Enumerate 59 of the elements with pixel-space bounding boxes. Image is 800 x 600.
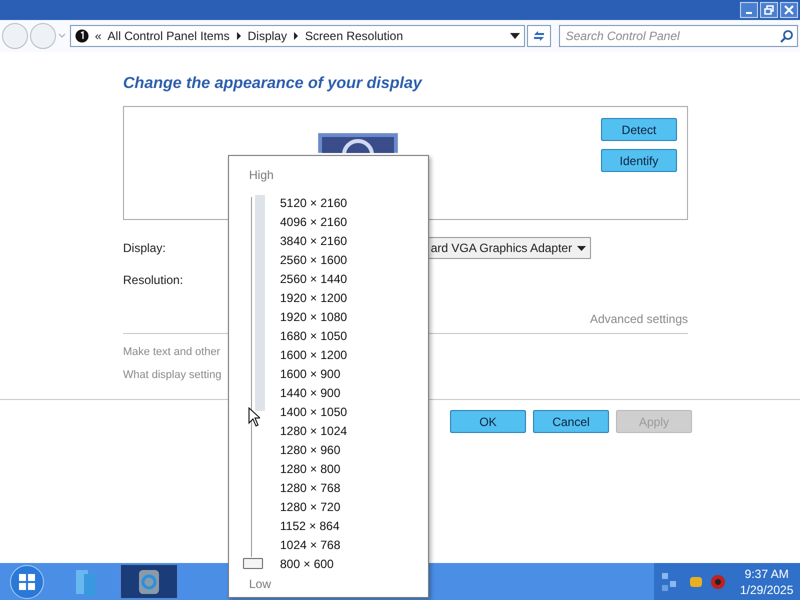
dialog-button[interactable]: OK (450, 410, 526, 433)
resolution-option[interactable]: 1400 × 1050 (280, 402, 348, 420)
taskbar-app-button[interactable] (120, 564, 178, 599)
dropdown-arrow-icon (576, 246, 586, 250)
breadcrumb-item[interactable]: All Control Panel Items (108, 27, 230, 45)
search-icon[interactable] (780, 30, 793, 42)
minimize-button[interactable] (740, 2, 758, 18)
cursor-icon (248, 407, 260, 427)
display-button[interactable]: Identify (601, 149, 677, 172)
slider-thumb[interactable] (243, 558, 263, 569)
resolution-option[interactable]: 1280 × 1024 (280, 422, 348, 440)
field-label: Display: (123, 240, 166, 257)
breadcrumb-item[interactable]: Screen Resolution (304, 27, 404, 45)
restore-icon (764, 5, 774, 15)
resolution-option[interactable]: 1280 × 768 (280, 478, 340, 496)
display-settings-icon (138, 568, 160, 594)
low-label: Low (249, 576, 272, 593)
close-button[interactable] (780, 2, 798, 18)
speaker-icon[interactable] (710, 574, 726, 590)
high-label: High (249, 167, 274, 184)
resolution-option[interactable]: 2560 × 1440 (280, 270, 348, 288)
restore-button[interactable] (760, 2, 778, 18)
resolution-option[interactable]: 3840 × 2160 (280, 232, 348, 250)
clock-date[interactable]: 1/29/2025 (740, 582, 794, 598)
breadcrumb-overflow[interactable]: « (94, 27, 102, 45)
chevron-right-icon[interactable] (236, 32, 242, 40)
resolution-option[interactable]: 1600 × 900 (280, 364, 340, 382)
resolution-option[interactable]: 2560 × 1600 (280, 250, 348, 268)
clock-time[interactable]: 9:37 AM (744, 566, 789, 582)
resolution-option[interactable]: 800 × 600 (280, 554, 334, 572)
resolution-option[interactable]: 1680 × 1050 (280, 326, 348, 344)
resolution-option[interactable]: 1440 × 900 (280, 384, 340, 402)
resolution-option[interactable]: 1920 × 1080 (280, 308, 348, 326)
page-heading: Change the appearance of your display (123, 74, 424, 94)
resolution-option[interactable]: 1280 × 800 (280, 460, 340, 478)
address-bar[interactable]: « All Control Panel Items Display Screen Resolution (70, 25, 525, 47)
resolution-option[interactable]: 1152 × 864 (280, 516, 340, 534)
resolution-option[interactable]: 1600 × 1200 (280, 346, 348, 364)
resolution-option[interactable]: 4096 × 2160 (280, 212, 348, 230)
refresh-button[interactable] (526, 25, 551, 47)
resolution-option[interactable]: 1280 × 960 (280, 440, 340, 458)
breadcrumb-item[interactable]: Display (248, 27, 287, 45)
search-input[interactable]: Search Control Panel (566, 27, 780, 45)
resolution-option[interactable]: 5120 × 2160 (280, 194, 348, 212)
resolution-option[interactable]: 1024 × 768 (280, 536, 340, 554)
monitor-icon[interactable] (318, 133, 398, 153)
resolution-option[interactable]: 1280 × 720 (280, 498, 340, 516)
refresh-icon (532, 30, 546, 42)
display-button[interactable]: Detect (601, 118, 677, 141)
close-icon (784, 5, 794, 15)
dialog-button[interactable]: Cancel (533, 410, 609, 433)
search-field[interactable]: Search Control Panel (558, 25, 798, 47)
field-label: Resolution: (123, 272, 184, 289)
windows-logo-icon (19, 574, 35, 590)
chevron-right-icon[interactable] (292, 32, 299, 40)
dropdown-arrow-icon[interactable] (510, 33, 520, 39)
start-button[interactable] (10, 564, 44, 598)
control-panel-icon (74, 29, 89, 43)
resolution-option[interactable]: 1920 × 1200 (280, 288, 348, 306)
